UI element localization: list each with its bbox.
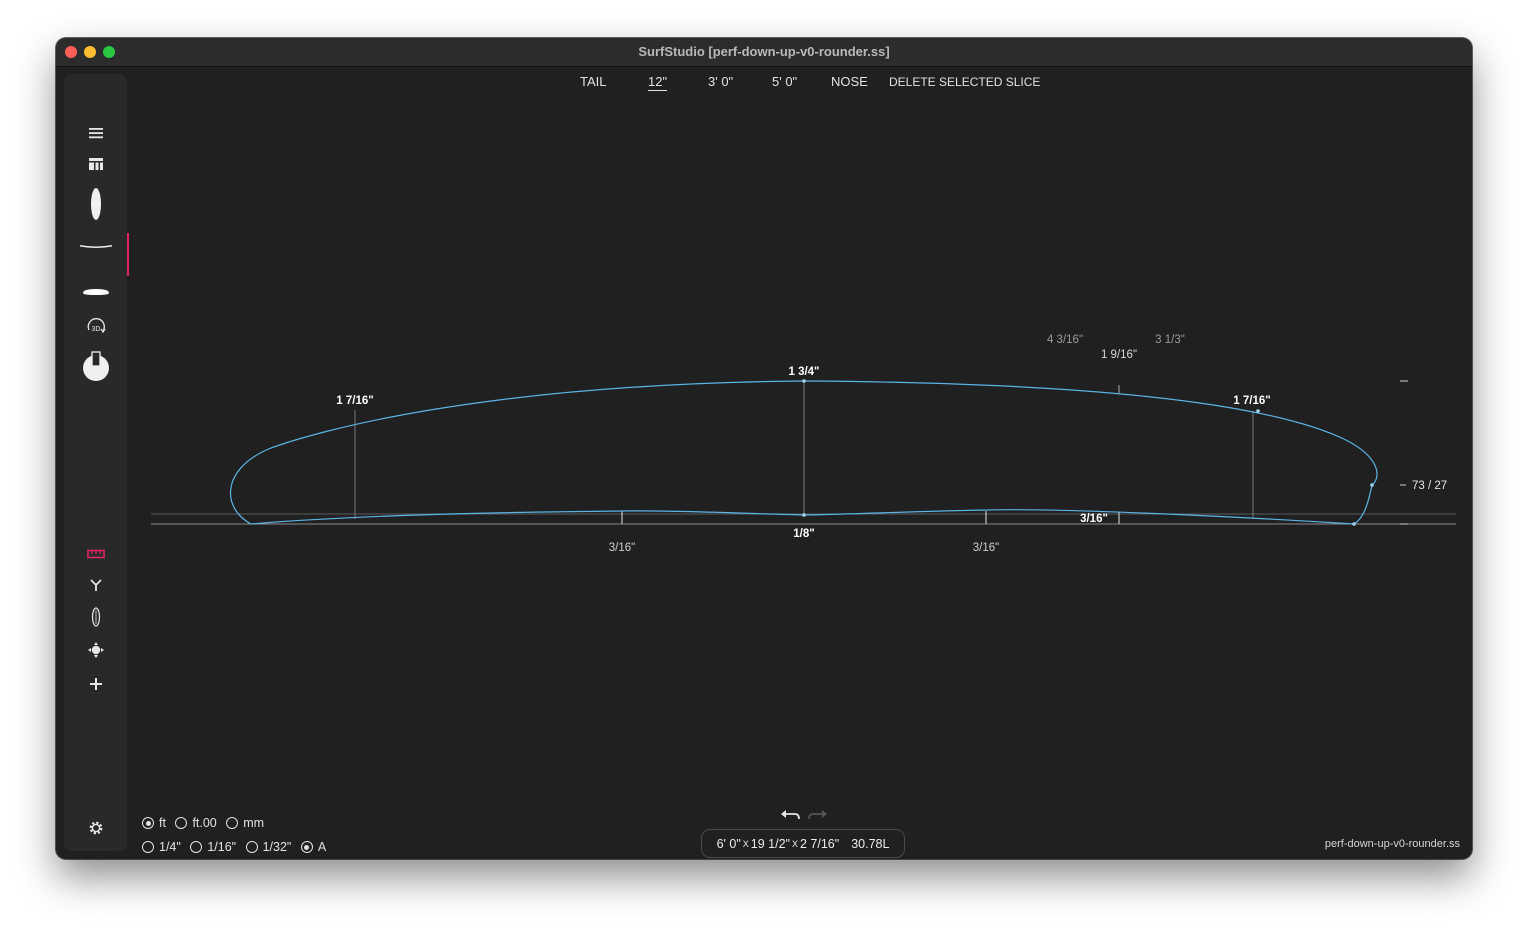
label-bottom-right: 3/16" [973, 542, 999, 554]
control-point[interactable] [1370, 483, 1374, 487]
label-rail-ratio: 73 / 27 [1412, 480, 1447, 492]
option-ft[interactable]: ft [159, 816, 166, 830]
label-top-center: 1 3/4" [788, 366, 819, 378]
length-unit-group: ft ft.00 mm [142, 816, 270, 830]
control-point[interactable] [1352, 522, 1356, 526]
radio-ft00[interactable] [175, 817, 188, 829]
radio-ft[interactable] [142, 817, 154, 829]
control-point[interactable] [802, 513, 806, 517]
dim-width: 19 1/2" [750, 836, 790, 851]
label-top-far-mid: 1 9/16" [1101, 349, 1137, 361]
undo-icon[interactable] [780, 808, 800, 828]
dim-volume: 30.78L [851, 836, 890, 851]
radio-sixteenth[interactable] [190, 841, 203, 853]
control-point[interactable] [1256, 409, 1260, 413]
label-top-far-right: 3 1/3" [1155, 334, 1185, 346]
dim-length: 6' 0" [716, 836, 741, 851]
option-sixteenth[interactable]: 1/16" [207, 840, 236, 854]
label-bottom-center: 1/8" [793, 528, 814, 540]
label-bottom-right-bold: 3/16" [1080, 513, 1108, 525]
board-dimensions: 6' 0" X 19 1/2" X 2 7/16" 30.78L [701, 829, 905, 858]
option-auto[interactable]: A [318, 840, 326, 854]
dim-separator: X [742, 838, 749, 849]
dim-separator: X [791, 838, 798, 849]
label-bottom-left: 3/16" [609, 542, 635, 554]
radio-auto[interactable] [300, 841, 313, 853]
radio-mm[interactable] [226, 817, 239, 829]
radio-quarter[interactable] [142, 841, 154, 853]
option-ft00[interactable]: ft.00 [192, 816, 216, 830]
label-top-right: 1 7/16" [1233, 395, 1270, 407]
radio-thirty-second[interactable] [245, 841, 258, 853]
option-quarter[interactable]: 1/4" [159, 840, 181, 854]
control-point[interactable] [802, 379, 806, 383]
slice-canvas[interactable]: 1 7/16" 1 3/4" 1 7/16" 4 3/16" 1 9/16" 3… [56, 38, 1472, 859]
dim-thickness: 2 7/16" [800, 836, 840, 851]
label-top-far-left: 4 3/16" [1047, 334, 1083, 346]
file-name: perf-down-up-v0-rounder.ss [1324, 838, 1460, 850]
fraction-unit-group: 1/4" 1/16" 1/32" A [142, 840, 332, 854]
app-window: SurfStudio [perf-down-up-v0-rounder.ss] … [56, 38, 1472, 859]
option-thirty-second[interactable]: 1/32" [263, 840, 292, 854]
option-mm[interactable]: mm [243, 816, 264, 830]
redo-icon[interactable] [808, 808, 828, 828]
label-top-left: 1 7/16" [336, 395, 373, 407]
